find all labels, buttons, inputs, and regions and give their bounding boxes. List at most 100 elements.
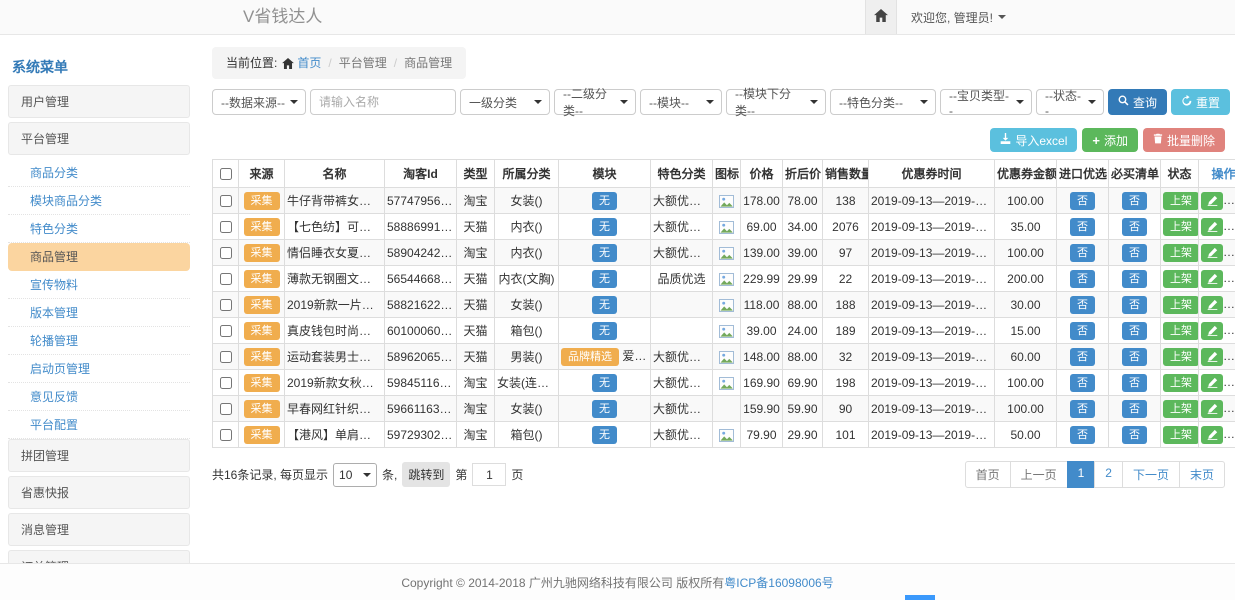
sidebar-item-13[interactable]: 省惠快报 — [8, 476, 190, 509]
batch-delete-button[interactable]: 批量删除 — [1143, 128, 1225, 152]
sidebar-item-4[interactable]: 特色分类 — [8, 215, 190, 243]
filter-select-value: --模块-- — [649, 94, 689, 111]
imported-toggle[interactable]: 否 — [1070, 296, 1095, 314]
filter-select-1[interactable]: 一级分类 — [460, 89, 550, 115]
breadcrumb-home-link[interactable]: 首页 — [297, 56, 321, 70]
page-button-3[interactable]: 2 — [1094, 461, 1123, 488]
select-all-checkbox[interactable] — [220, 168, 232, 180]
sidebar-item-14[interactable]: 消息管理 — [8, 513, 190, 546]
must-buy-toggle[interactable]: 否 — [1122, 218, 1147, 236]
sidebar-item-5[interactable]: 商品管理 — [8, 243, 190, 271]
filter-select-3[interactable]: --模块-- — [640, 89, 722, 115]
must-buy-toggle[interactable]: 否 — [1122, 322, 1147, 340]
imported-toggle[interactable]: 否 — [1070, 244, 1095, 262]
must-buy-toggle[interactable]: 否 — [1122, 374, 1147, 392]
row-checkbox[interactable] — [220, 351, 232, 363]
edit-button[interactable] — [1201, 218, 1223, 236]
imported-toggle[interactable]: 否 — [1070, 374, 1095, 392]
sidebar-item-3[interactable]: 模块商品分类 — [8, 187, 190, 215]
home-button[interactable] — [865, 0, 897, 34]
must-buy-toggle[interactable]: 否 — [1122, 426, 1147, 444]
row-checkbox[interactable] — [220, 247, 232, 259]
sidebar-item-7[interactable]: 版本管理 — [8, 299, 190, 327]
sidebar-item-10[interactable]: 意见反馈 — [8, 383, 190, 411]
filter-select-7[interactable]: --状态-- — [1036, 89, 1104, 115]
status-badge[interactable]: 上架 — [1163, 374, 1199, 392]
row-checkbox[interactable] — [220, 195, 232, 207]
search-button[interactable]: 查询 — [1108, 89, 1167, 115]
filter-select-6[interactable]: --宝贝类型-- — [940, 89, 1032, 115]
edit-button[interactable] — [1201, 296, 1223, 314]
status-badge[interactable]: 上架 — [1163, 270, 1199, 288]
page-button-2[interactable]: 1 — [1067, 461, 1096, 488]
page-button-0[interactable]: 首页 — [965, 461, 1011, 488]
column-header-15: 状态 — [1161, 160, 1199, 188]
row-checkbox[interactable] — [220, 403, 232, 415]
filter-select-5[interactable]: --特色分类-- — [830, 89, 936, 115]
must-buy-toggle[interactable]: 否 — [1122, 244, 1147, 262]
page-button-4[interactable]: 下一页 — [1122, 461, 1180, 488]
status-badge[interactable]: 上架 — [1163, 218, 1199, 236]
add-button[interactable]: + 添加 — [1082, 128, 1138, 152]
sidebar-item-15[interactable]: 订单管理 — [8, 550, 190, 563]
sidebar-item-6[interactable]: 宣传物料 — [8, 271, 190, 299]
status-badge[interactable]: 上架 — [1163, 244, 1199, 262]
status-badge[interactable]: 上架 — [1163, 192, 1199, 210]
page-button-1[interactable]: 上一页 — [1010, 461, 1068, 488]
edit-button[interactable] — [1201, 244, 1223, 262]
status-badge[interactable]: 上架 — [1163, 348, 1199, 366]
filter-select-2[interactable]: --二级分类-- — [554, 89, 636, 115]
filter-select-4[interactable]: --模块下分类-- — [726, 89, 826, 115]
must-buy-toggle[interactable]: 否 — [1122, 348, 1147, 366]
row-checkbox[interactable] — [220, 299, 232, 311]
status-badge[interactable]: 上架 — [1163, 426, 1199, 444]
jump-button[interactable]: 跳转到 — [402, 462, 450, 487]
sidebar-item-12[interactable]: 拼团管理 — [8, 439, 190, 472]
page-button-5[interactable]: 末页 — [1179, 461, 1225, 488]
sidebar-item-1[interactable]: 平台管理 — [8, 122, 190, 155]
icp-link[interactable]: 粤ICP备16098006号 — [724, 574, 833, 591]
imported-toggle[interactable]: 否 — [1070, 400, 1095, 418]
status-badge[interactable]: 上架 — [1163, 400, 1199, 418]
cell-coupon-time: 2019-09-13—2019-09-15 — [869, 344, 995, 370]
user-menu[interactable]: 欢迎您, 管理员! — [911, 9, 1006, 26]
sidebar-item-9[interactable]: 启动页管理 — [8, 355, 190, 383]
edit-button[interactable] — [1201, 270, 1223, 288]
must-buy-toggle[interactable]: 否 — [1122, 296, 1147, 314]
edit-button[interactable] — [1201, 322, 1223, 340]
imported-toggle[interactable]: 否 — [1070, 426, 1095, 444]
row-checkbox[interactable] — [220, 221, 232, 233]
imported-toggle[interactable]: 否 — [1070, 218, 1095, 236]
row-checkbox[interactable] — [220, 377, 232, 389]
row-checkbox[interactable] — [220, 429, 232, 441]
sidebar-item-8[interactable]: 轮播管理 — [8, 327, 190, 355]
sidebar-item-0[interactable]: 用户管理 — [8, 85, 190, 118]
imported-toggle[interactable]: 否 — [1070, 322, 1095, 340]
sidebar-item-2[interactable]: 商品分类 — [8, 159, 190, 187]
edit-button[interactable] — [1201, 426, 1223, 444]
must-buy-toggle[interactable]: 否 — [1122, 270, 1147, 288]
cell-sales: 2076 — [823, 214, 869, 240]
row-checkbox[interactable] — [220, 325, 232, 337]
reset-button[interactable]: 重置 — [1171, 89, 1230, 115]
imported-toggle[interactable]: 否 — [1070, 348, 1095, 366]
must-buy-toggle[interactable]: 否 — [1122, 400, 1147, 418]
imported-toggle[interactable]: 否 — [1070, 270, 1095, 288]
cell-icon — [713, 344, 741, 370]
edit-button[interactable] — [1201, 348, 1223, 366]
edit-button[interactable] — [1201, 192, 1223, 210]
row-checkbox[interactable] — [220, 273, 232, 285]
import-excel-button[interactable]: 导入excel — [990, 128, 1077, 152]
imported-toggle[interactable]: 否 — [1070, 192, 1095, 210]
status-badge[interactable]: 上架 — [1163, 296, 1199, 314]
edit-button[interactable] — [1201, 400, 1223, 418]
jump-page-input[interactable] — [472, 463, 506, 486]
edit-button[interactable] — [1201, 374, 1223, 392]
filter-select-0[interactable]: --数据来源-- — [212, 89, 306, 115]
must-buy-toggle[interactable]: 否 — [1122, 192, 1147, 210]
name-search-input[interactable] — [310, 89, 456, 115]
sidebar-item-11[interactable]: 平台配置 — [8, 411, 190, 439]
per-page-select[interactable]: 10 — [333, 463, 377, 487]
table-row: 采集2019新款女秋薄款...598451162391淘宝女装(连衣裙)无大额优… — [213, 370, 1235, 396]
status-badge[interactable]: 上架 — [1163, 322, 1199, 340]
